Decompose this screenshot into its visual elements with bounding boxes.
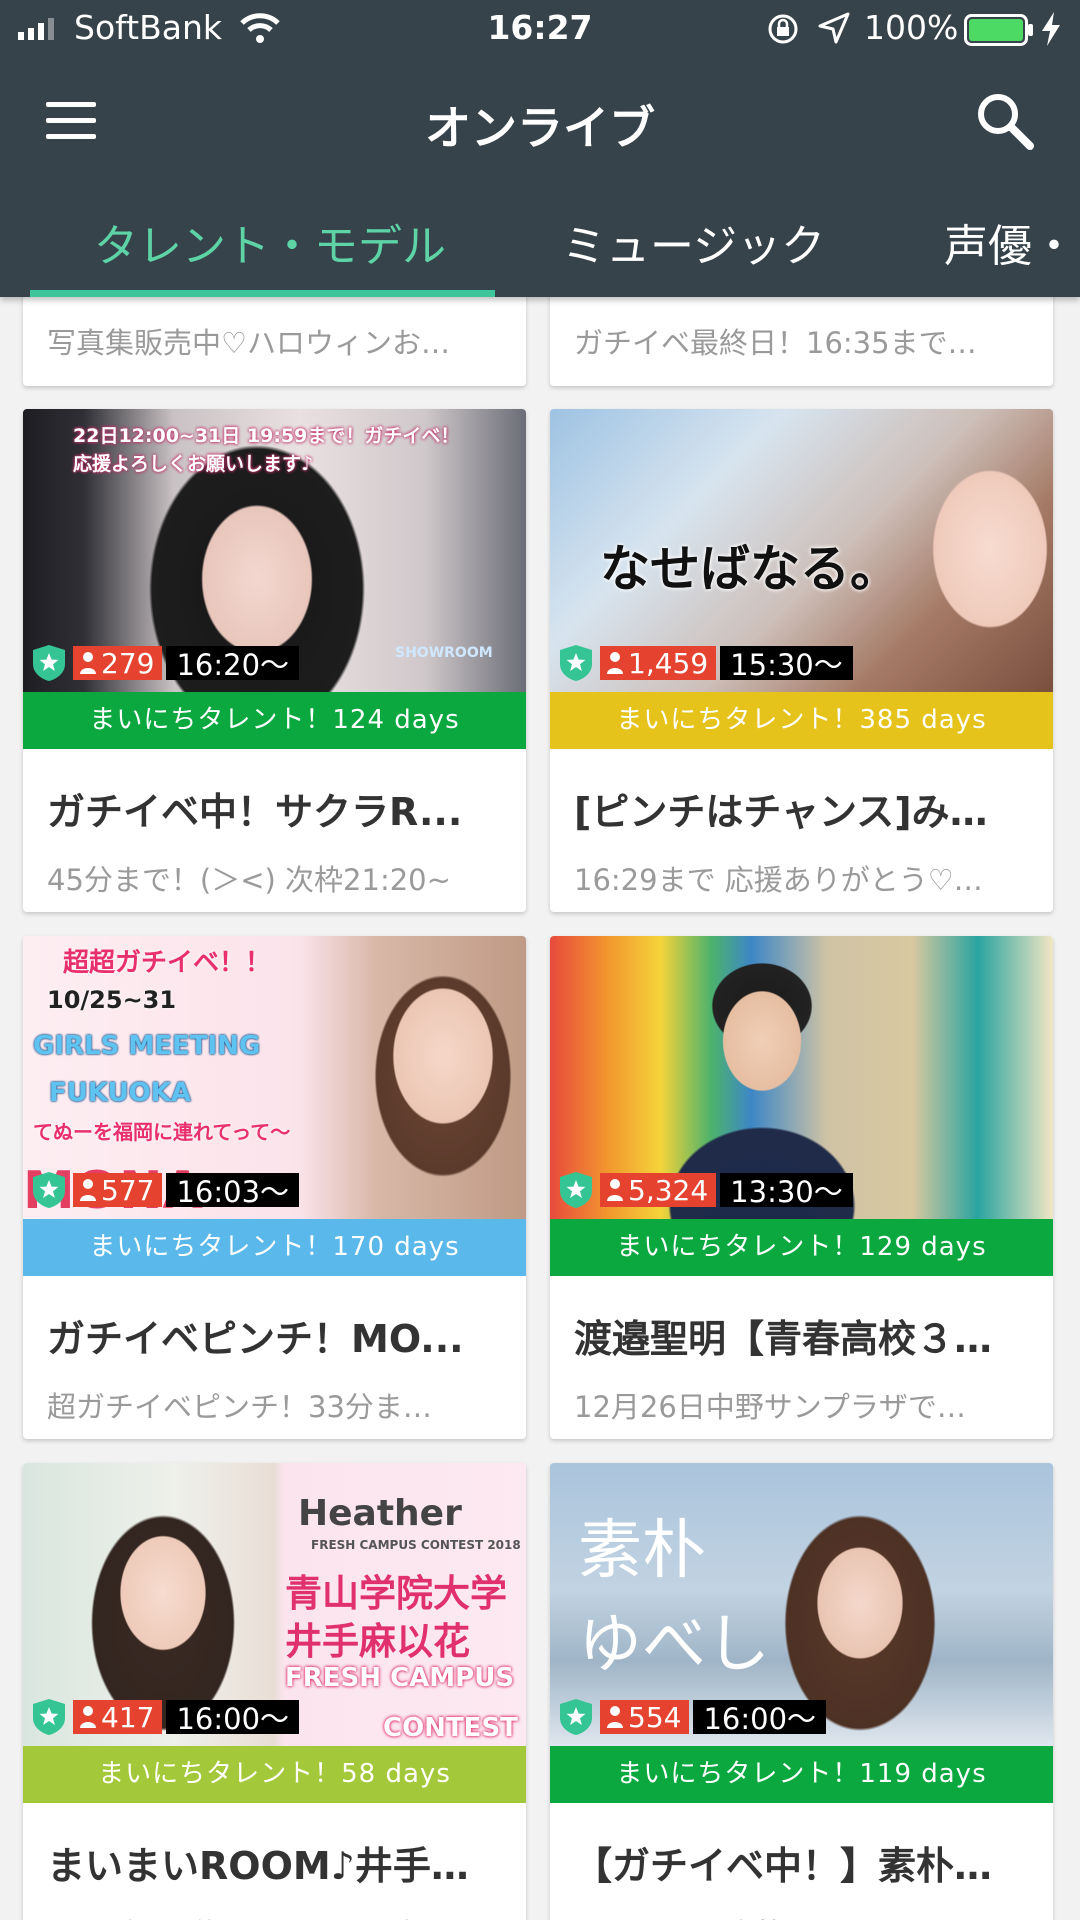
thumbnail-caption: なせばなる。 [600,540,900,598]
thumbnail-caption: 超超ガチイベ！！ [63,948,272,978]
thumbnail-caption: 10/25~31 [47,986,177,1014]
daily-talent-ribbon: まいにちタレント！170 days [23,1219,526,1276]
start-time: 16:03〜 [166,1173,300,1209]
thumbnail-caption: FRESH CAMPUS [285,1663,515,1693]
person-icon [607,1179,623,1201]
official-badge-icon [33,1699,65,1735]
status-bar: SoftBank 16:27 100% [0,0,1080,58]
start-time: 16:20〜 [166,646,300,682]
viewer-count-badge: 5,324 [600,1173,717,1207]
room-description: コスプレ配信♪16:29まで!次… [47,1911,507,1920]
room-card[interactable]: 22日12:00~31日 19:59まで！ガチイベ！ 応援よろしくお願いします♪… [23,409,526,912]
page-title: オンライブ [425,101,655,155]
person-icon [80,1179,96,1201]
app-header: SoftBank 16:27 100% オンライブ タレント・モデル ミュージッ… [0,0,1080,297]
viewer-count-badge: 417 [73,1700,163,1734]
location-arrow-icon [818,12,850,44]
room-description: 超ガチイベピンチ！33分ま… [47,1390,432,1424]
official-badge-icon [560,645,592,681]
viewer-count: 5,324 [628,1173,709,1207]
room-description: 12月26日中野サンプラザで… [574,1390,966,1424]
search-icon[interactable] [974,90,1036,152]
room-title: まいまいROOM♪井手… [47,1844,469,1888]
thumbnail-caption: FUKUOKA [49,1078,192,1108]
viewer-count: 554 [628,1700,682,1734]
person-icon [607,1706,623,1728]
daily-talent-ribbon: まいにちタレント！119 days [550,1746,1053,1803]
official-badge-icon [560,1172,592,1208]
room-card[interactable]: 超超ガチイベ！！ 10/25~31 GIRLS MEETING FUKUOKA … [23,936,526,1439]
official-badge-icon [33,1172,65,1208]
thumbnail-caption: 22日12:00~31日 19:59まで！ガチイベ！ [73,425,460,447]
thumbnail-caption: SHOWROOM [395,645,493,661]
official-badge-icon [560,1699,592,1735]
viewer-count: 577 [101,1173,155,1207]
person-icon [80,1706,96,1728]
daily-talent-ribbon: まいにちタレント！385 days [550,692,1053,749]
thumbnail-caption: 素朴 [578,1514,706,1588]
start-time: 16:00〜 [693,1700,827,1736]
thumbnail-caption: てぬーを福岡に連れてって〜 [33,1120,291,1144]
room-description: 45分まで！(＞<) 次枠21:20~ [47,863,451,897]
room-title: ガチイベピンチ！MO... [47,1317,464,1361]
viewer-count-badge: 279 [73,646,163,680]
start-time: 13:30〜 [720,1173,853,1209]
room-title: [ピンチはチャンス]み… [574,790,988,834]
daily-talent-ribbon: まいにちタレント！58 days [23,1746,526,1803]
room-description: 写真集販売中♡ハロウィンお… [47,326,450,360]
rotation-lock-icon [768,14,798,44]
room-badges: 1,459 15:30〜 [558,645,853,682]
start-time: 15:30〜 [720,646,853,682]
thumbnail-caption: 青山学院大学 [285,1572,507,1615]
room-badges: 279 16:20〜 [31,645,300,682]
viewer-count-badge: 554 [600,1700,690,1734]
official-badge-icon [33,645,65,681]
room-card[interactable]: なせばなる。 1,459 15:30〜 まいにちタレント！385 days [ピ… [550,409,1053,912]
thumbnail-caption: CONTEST [383,1713,518,1743]
person-icon [607,652,623,674]
thumbnail-caption: 応援よろしくお願いします♪ [73,453,314,475]
room-card[interactable]: ガチイベ最終日！16:35まで… [550,290,1053,386]
room-title: 【ガチイベ中！】素朴… [574,1844,993,1888]
tab-music[interactable]: ミュージック [562,210,825,274]
viewer-count: 417 [101,1700,155,1734]
room-badges: 5,324 13:30〜 [558,1172,853,1209]
daily-talent-ribbon: まいにちタレント！124 days [23,692,526,749]
viewer-count-badge: 577 [73,1173,163,1207]
room-badges: 554 16:00〜 [558,1699,827,1736]
thumbnail-caption: FRESH CAMPUS CONTEST 2018 [311,1538,521,1552]
room-card[interactable]: 写真集販売中♡ハロウィンお… [23,290,526,386]
tab-voice-actor[interactable]: 声優・ [944,210,1076,274]
room-card[interactable]: Heather FRESH CAMPUS CONTEST 2018 青山学院大学… [23,1463,526,1920]
room-description: ガチイベ最終日！16:35まで… [574,326,977,360]
battery-percent: 100% [864,8,959,47]
daily-talent-ribbon: まいにちタレント！129 days [550,1219,1053,1276]
room-badges: 577 16:03〜 [31,1172,300,1209]
room-title: 渡邉聖明【青春高校３… [574,1317,993,1361]
viewer-count: 279 [101,646,155,680]
thumbnail-caption: 井手麻以花 [285,1620,470,1663]
person-icon [80,652,96,674]
start-time: 16:00〜 [166,1700,300,1736]
thumbnail-caption: Heather [298,1493,462,1534]
room-description: 57分まで！次枠20:00から… [574,1911,1034,1920]
room-description: 16:29まで 応援ありがとう♡… [574,863,983,897]
battery-icon [964,14,1033,46]
charging-icon [1042,12,1060,46]
viewer-count: 1,459 [628,646,709,680]
active-tab-indicator [30,290,495,297]
thumbnail-caption: ゆべし [578,1608,770,1682]
room-badges: 417 16:00〜 [31,1699,300,1736]
room-title: ガチイベ中！サクラR... [47,790,463,834]
thumbnail-caption: GIRLS MEETING [33,1031,261,1061]
tab-talent-model[interactable]: タレント・モデル [94,210,446,274]
room-card[interactable]: 5,324 13:30〜 まいにちタレント！129 days 渡邉聖明【青春高校… [550,936,1053,1439]
room-card[interactable]: 素朴 ゆべし 554 16:00〜 まいにちタレント！119 days 【ガチイ… [550,1463,1053,1920]
viewer-count-badge: 1,459 [600,646,717,680]
